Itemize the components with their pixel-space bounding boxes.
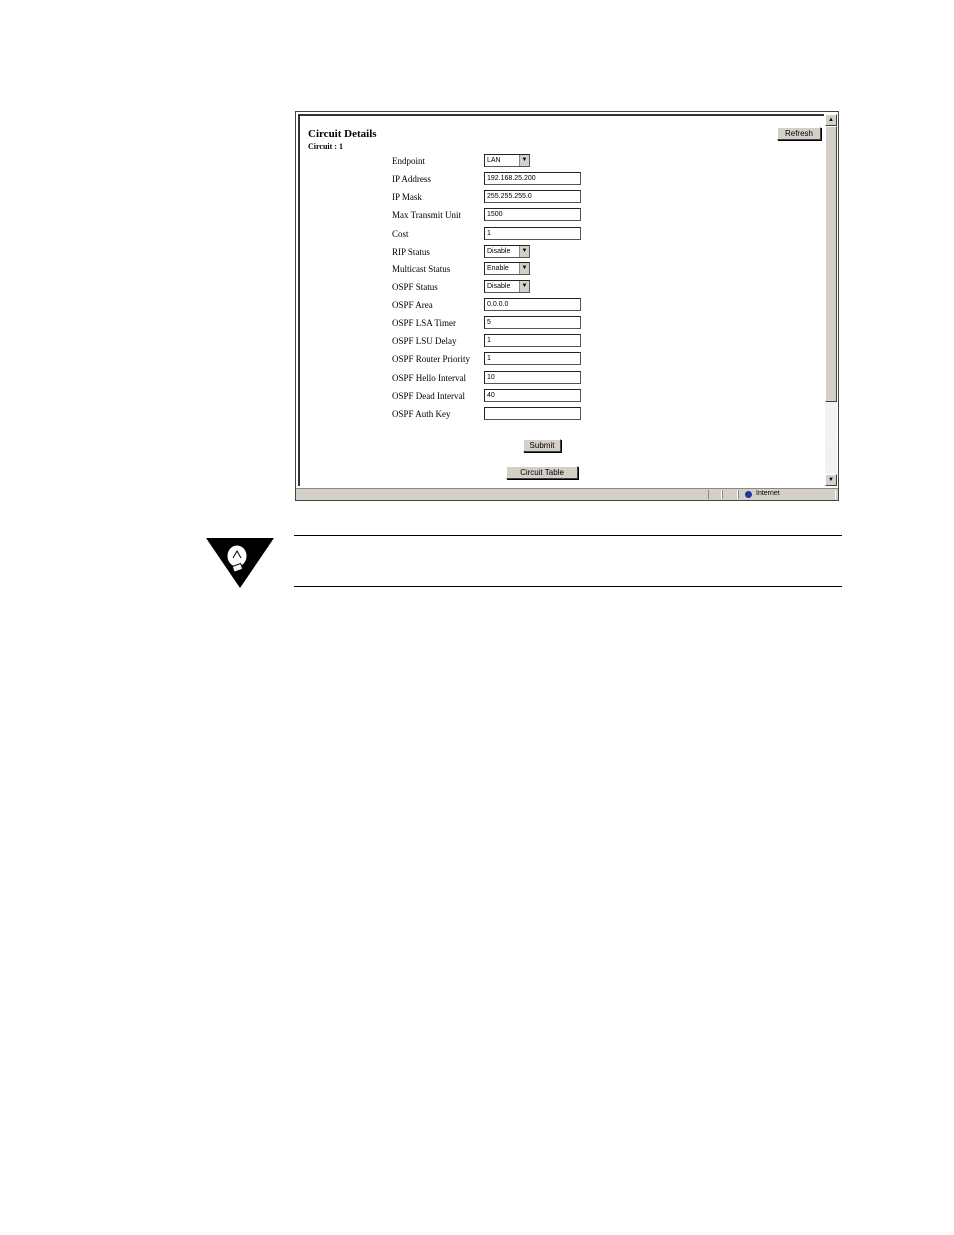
status-bar: Internet [296,488,838,500]
ip-address-input[interactable]: 192.168.25.200 [484,172,581,185]
vertical-scrollbar[interactable]: ▲ ▼ [825,114,837,486]
ospf-area-label: OSPF Area [392,300,433,310]
ospf-area-input[interactable]: 0.0.0.0 [484,298,581,311]
globe-icon [745,491,752,498]
ospf-hello-interval-input[interactable]: 10 [484,371,581,384]
chevron-down-icon[interactable]: ▼ [519,246,529,257]
note-bottom-rule [294,586,842,587]
note-top-rule [294,535,842,536]
chevron-down-icon[interactable]: ▼ [519,281,529,292]
submit-button[interactable]: Submit [523,439,561,452]
form-row-ospf-lsa-timer: OSPF LSA Timer 5 [392,316,692,332]
max-transmit-unit-input[interactable]: 1500 [484,208,581,221]
form-row-ospf-lsu-delay: OSPF LSU Delay 1 [392,334,692,350]
form-row-ospf-hello-interval: OSPF Hello Interval 10 [392,371,692,387]
rip-status-select[interactable]: Disable ▼ [484,245,530,258]
endpoint-label: Endpoint [392,156,425,166]
zone-label: Internet [756,490,780,497]
multicast-status-select[interactable]: Enable ▼ [484,262,530,275]
endpoint-value: LAN [487,157,501,164]
max-transmit-unit-label: Max Transmit Unit [392,210,462,220]
ospf-dead-interval-label: OSPF Dead Interval [392,391,465,401]
cost-input[interactable]: 1 [484,227,581,240]
multicast-status-value: Enable [487,265,509,272]
circuit-table-button[interactable]: Circuit Table [506,466,578,479]
ospf-router-priority-input[interactable]: 1 [484,352,581,365]
ip-address-label: IP Address [392,174,431,184]
ospf-status-value: Disable [487,283,511,290]
scroll-thumb[interactable] [825,126,837,402]
endpoint-select[interactable]: LAN ▼ [484,154,530,167]
ospf-hello-interval-label: OSPF Hello Interval [392,373,466,383]
rip-status-value: Disable [487,248,511,255]
ospf-lsu-delay-label: OSPF LSU Delay [392,336,457,346]
chevron-down-icon[interactable]: ▼ [519,263,529,274]
chevron-down-icon[interactable]: ▼ [519,155,529,166]
ospf-dead-interval-input[interactable]: 40 [484,389,581,402]
page-content: Circuit Details Circuit : 1 Refresh Endp… [298,114,824,486]
ospf-router-priority-label: OSPF Router Priority [392,354,471,364]
ospf-lsa-timer-label: OSPF LSA Timer [392,318,457,328]
lightbulb-icon [206,536,274,595]
ospf-lsa-timer-input[interactable]: 5 [484,316,581,329]
form-row-rip-status: RIP Status Disable ▼ [392,245,692,261]
status-pane [722,490,738,499]
form-row-ip-address: IP Address 192.168.25.200 [392,172,692,188]
form-row-ospf-status: OSPF Status Disable ▼ [392,280,692,296]
form-row-max-transmit-unit: Max Transmit Unit 1500 [392,208,692,224]
form-row-ospf-auth-key: OSPF Auth Key [392,407,692,423]
ospf-auth-key-input[interactable] [484,407,581,420]
rip-status-label: RIP Status [392,247,430,257]
scroll-down-icon[interactable]: ▼ [825,474,837,486]
ospf-auth-key-label: OSPF Auth Key [392,409,451,419]
form-row-ospf-router-priority: OSPF Router Priority 1 [392,352,692,368]
ospf-status-select[interactable]: Disable ▼ [484,280,530,293]
form-row-multicast-status: Multicast Status Enable ▼ [392,262,692,278]
multicast-status-label: Multicast Status [392,264,451,274]
scroll-up-icon[interactable]: ▲ [825,114,837,126]
form-row-ospf-dead-interval: OSPF Dead Interval 40 [392,389,692,405]
circuit-number: Circuit : 1 [308,142,343,151]
browser-window: Circuit Details Circuit : 1 Refresh Endp… [295,111,839,501]
ospf-status-label: OSPF Status [392,282,438,292]
zone-pane [738,490,836,499]
refresh-button[interactable]: Refresh [777,127,821,140]
form-row-ip-mask: IP Mask 255.255.255.0 [392,190,692,206]
ip-mask-input[interactable]: 255.255.255.0 [484,190,581,203]
form-row-endpoint: Endpoint LAN ▼ [392,154,692,170]
ip-mask-label: IP Mask [392,192,422,202]
cost-label: Cost [392,229,409,239]
page-title: Circuit Details [308,128,377,140]
ospf-lsu-delay-input[interactable]: 1 [484,334,581,347]
status-pane [708,490,722,499]
form-row-ospf-area: OSPF Area 0.0.0.0 [392,298,692,314]
form-row-cost: Cost 1 [392,227,692,243]
